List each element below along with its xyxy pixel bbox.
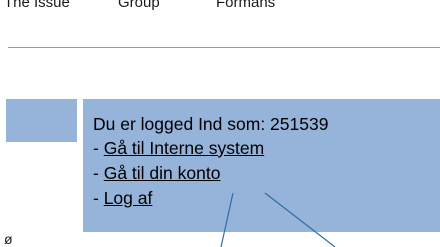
link-prefix: - — [93, 163, 104, 183]
header-divider — [8, 47, 440, 48]
login-info-box: Du er logged Ind som: 251539 - Gå til In… — [83, 99, 440, 232]
top-nav: The Issue Group Formans — [0, 0, 440, 14]
login-status-text: Du er logged Ind som: 251539 — [93, 114, 329, 134]
nav-item-3[interactable]: Formans — [216, 0, 275, 11]
login-link-row-internal: - Gå til Interne system — [93, 137, 264, 159]
nav-item-1[interactable]: The Issue — [4, 0, 70, 11]
link-prefix: - — [93, 138, 104, 158]
nav-item-2[interactable]: Group — [118, 0, 160, 11]
login-link-row-logout: - Log af — [93, 187, 152, 209]
link-prefix: - — [93, 188, 104, 208]
stray-character: ø — [4, 231, 13, 247]
login-link-row-account: - Gå til din konto — [93, 162, 220, 184]
side-blue-block — [6, 99, 77, 142]
logout-link[interactable]: Log af — [104, 188, 153, 208]
account-link[interactable]: Gå til din konto — [104, 163, 221, 183]
internal-system-link[interactable]: Gå til Interne system — [104, 138, 264, 158]
